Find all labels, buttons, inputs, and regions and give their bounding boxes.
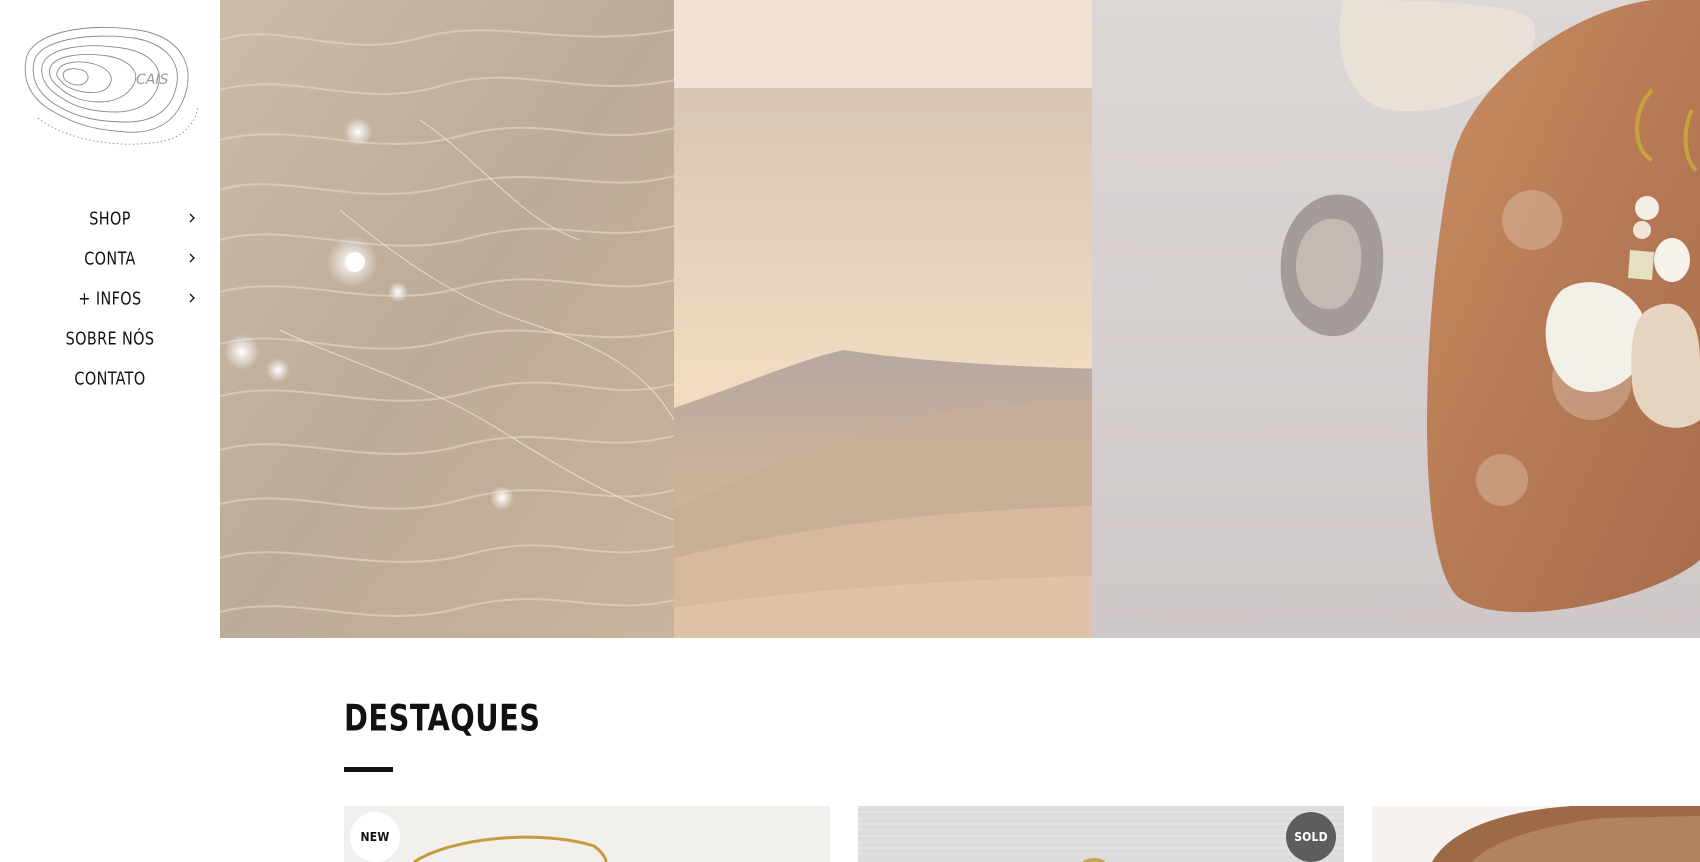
product-card[interactable]: NEW: [344, 806, 830, 862]
chevron-right-icon: [189, 293, 195, 303]
dune-image: [674, 88, 1156, 638]
product-image-textured: [858, 806, 1344, 862]
product-image-driftwood: [1372, 806, 1700, 862]
earrings-on-stone-image: [1092, 0, 1700, 638]
nav-label-contato: CONTATO: [74, 367, 146, 389]
chevron-right-icon: [189, 213, 195, 223]
nav-item-infos[interactable]: + INFOS: [0, 278, 220, 318]
status-badge-new: NEW: [350, 812, 400, 862]
oyster-logo-icon: CAIS: [24, 26, 199, 145]
logo-wordmark: CAIS: [136, 72, 168, 88]
featured-title-underline: [344, 767, 393, 772]
water-ripples-image: [220, 0, 674, 638]
nav-item-conta[interactable]: CONTA: [0, 238, 220, 278]
nav-item-sobre-nos[interactable]: SOBRE NÓS: [0, 318, 220, 358]
nav-label-conta: CONTA: [84, 247, 136, 269]
product-image-bracelet: [344, 806, 830, 862]
product-card[interactable]: [1372, 806, 1700, 862]
sidebar: CAIS SHOP CONTA + INFOS SOBRE NÓS CONTAT…: [0, 0, 220, 862]
peach-color-block: [674, 0, 1092, 88]
hero-collage: [220, 0, 1700, 638]
product-card[interactable]: SOLD: [858, 806, 1344, 862]
chevron-right-icon: [189, 253, 195, 263]
status-badge-sold: SOLD: [1286, 812, 1336, 862]
nav-item-shop[interactable]: SHOP: [0, 198, 220, 238]
nav-label-infos: + INFOS: [78, 287, 142, 309]
nav-item-contato[interactable]: CONTATO: [0, 358, 220, 398]
featured-title: DESTAQUES: [344, 696, 541, 740]
brand-logo[interactable]: CAIS: [18, 22, 202, 152]
collage-gap: [1092, 88, 1156, 638]
main-nav: SHOP CONTA + INFOS SOBRE NÓS CONTATO: [0, 198, 220, 398]
nav-label-shop: SHOP: [89, 207, 131, 229]
nav-label-sobre-nos: SOBRE NÓS: [65, 327, 155, 349]
